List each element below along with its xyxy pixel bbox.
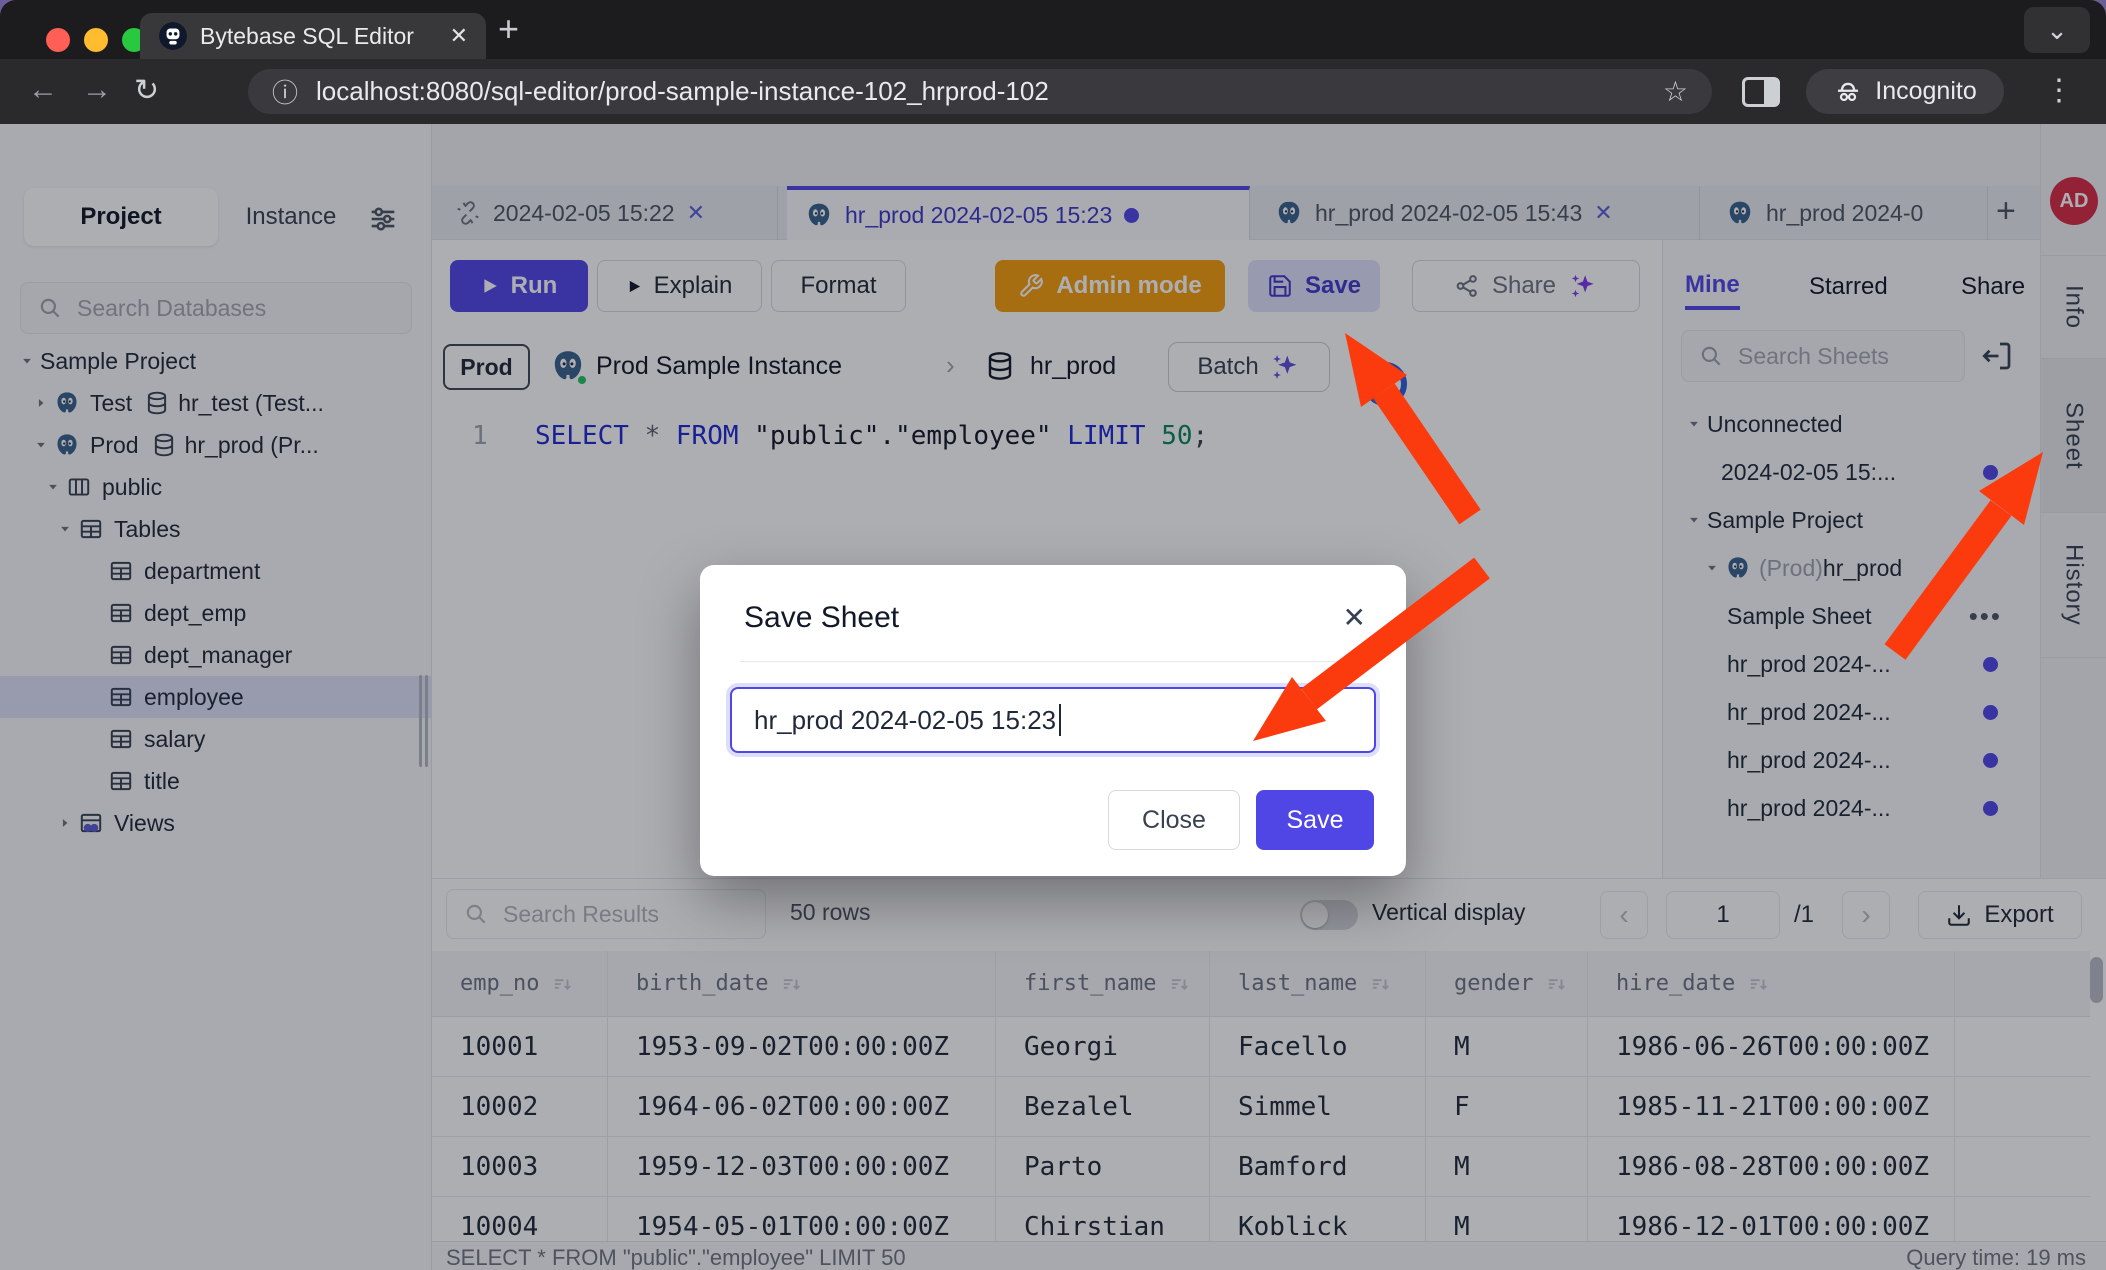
back-button-icon[interactable]: ←	[28, 73, 58, 107]
browser-window: Bytebase SQL Editor ✕ + ⌄ ← → ↻ ⓘ localh…	[0, 0, 2106, 1270]
save-sheet-dialog: Save Sheet ✕ hr_prod 2024-02-05 15:23 Cl…	[700, 565, 1406, 876]
incognito-label: Incognito	[1875, 77, 1976, 106]
dialog-save-button[interactable]: Save	[1256, 790, 1374, 850]
browser-toolbar: ← → ↻ ⓘ localhost:8080/sql-editor/prod-s…	[0, 59, 2106, 124]
browser-tab[interactable]: Bytebase SQL Editor ✕	[140, 13, 486, 59]
dialog-divider	[740, 661, 1366, 662]
forward-button-icon[interactable]: →	[82, 73, 112, 107]
address-bar[interactable]: ⓘ localhost:8080/sql-editor/prod-sample-…	[248, 69, 1712, 114]
sheet-name-input[interactable]: hr_prod 2024-02-05 15:23	[730, 687, 1376, 753]
side-panel-icon[interactable]	[1742, 77, 1780, 107]
window-close-button[interactable]	[46, 28, 70, 52]
incognito-icon	[1833, 77, 1863, 107]
incognito-badge: Incognito	[1806, 69, 2004, 114]
dialog-title: Save Sheet	[744, 601, 899, 635]
url-text: localhost:8080/sql-editor/prod-sample-in…	[316, 76, 1645, 107]
browser-tab-title: Bytebase SQL Editor	[200, 23, 438, 50]
dialog-close-button[interactable]: Close	[1108, 790, 1240, 850]
browser-tab-close-icon[interactable]: ✕	[450, 23, 468, 49]
new-browser-tab-button[interactable]: +	[498, 8, 519, 50]
bookmark-star-icon[interactable]: ☆	[1663, 75, 1688, 108]
browser-menu-icon[interactable]: ⋮	[2044, 73, 2074, 108]
tab-list-chevron-button[interactable]: ⌄	[2024, 7, 2090, 53]
bytebase-app: Project Instance Search Databases Sample…	[0, 124, 2106, 1270]
reload-button-icon[interactable]: ↻	[134, 73, 159, 108]
bytebase-favicon-icon	[158, 21, 188, 51]
dialog-close-icon[interactable]: ✕	[1343, 601, 1366, 634]
browser-tab-strip: Bytebase SQL Editor ✕ + ⌄	[0, 0, 2106, 59]
site-info-icon[interactable]: ⓘ	[272, 73, 298, 110]
text-caret	[1059, 704, 1061, 736]
window-minimize-button[interactable]	[84, 28, 108, 52]
